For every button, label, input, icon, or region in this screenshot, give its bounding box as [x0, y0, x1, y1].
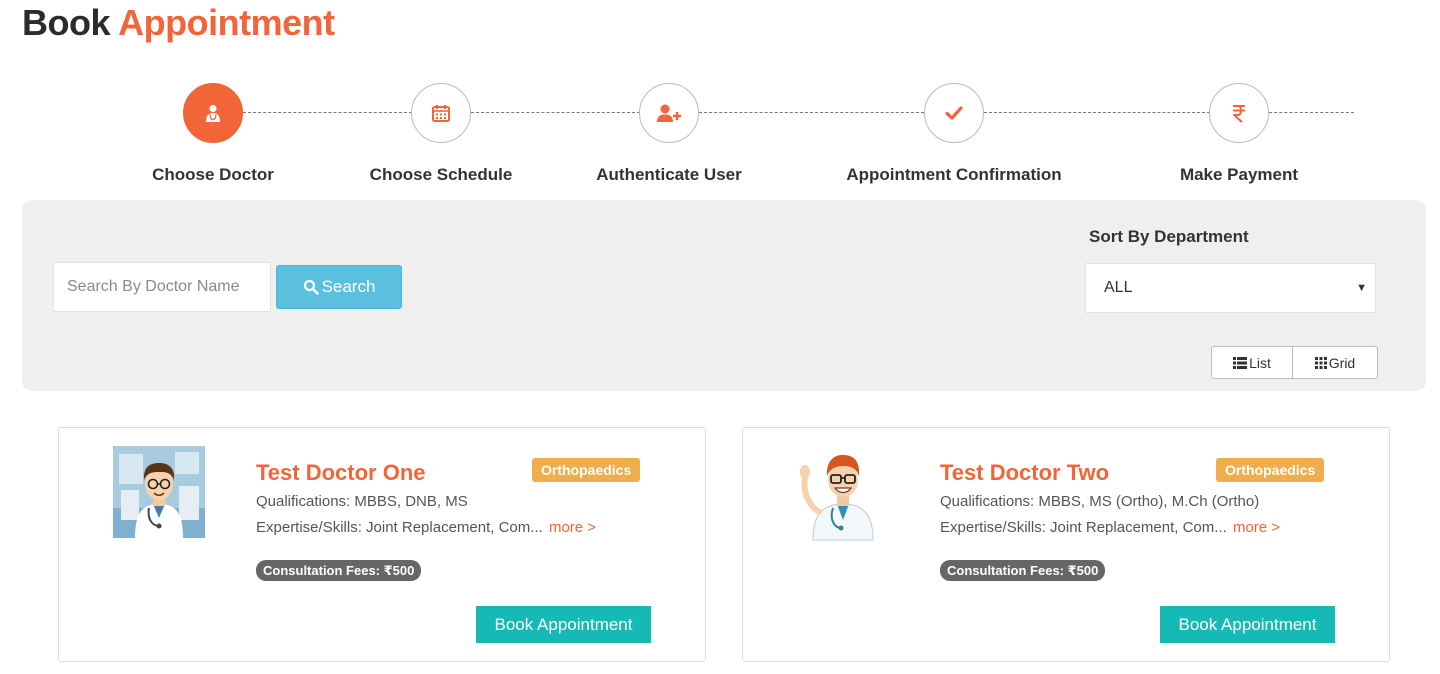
search-button[interactable]: Search — [276, 265, 402, 309]
doctor-skills: Expertise/Skills: Joint Replacement, Com… — [940, 519, 1280, 536]
sort-by-department-label: Sort By Department — [1089, 227, 1249, 246]
filter-panel: Search Sort By Department ALL ▼ List Gri… — [22, 200, 1426, 391]
step-appointment-confirmation[interactable] — [924, 83, 984, 143]
add-user-icon — [657, 104, 681, 122]
grid-view-label: Grid — [1328, 354, 1356, 371]
consultation-fee-badge: Consultation Fees: ₹500 — [940, 560, 1106, 581]
consultation-fee-badge: Consultation Fees: ₹500 — [256, 560, 422, 581]
doctor-card: Test Doctor One Orthopaedics Qualificati… — [58, 427, 706, 662]
page-title-part2: Appointment — [118, 2, 335, 43]
search-icon — [303, 279, 319, 295]
grid-icon — [1314, 356, 1327, 369]
department-select-value: ALL — [1104, 279, 1133, 296]
step-choose-doctor[interactable] — [183, 83, 243, 143]
doctor-qualifications: Qualifications: MBBS, MS (Ortho), M.Ch (… — [940, 493, 1260, 510]
doctor-avatar — [797, 448, 889, 541]
doctor-search-input[interactable] — [53, 262, 271, 312]
step-connector — [243, 112, 412, 113]
department-badge: Orthopaedics — [532, 458, 641, 482]
department-select[interactable]: ALL ▼ — [1085, 263, 1376, 313]
step-label-make-payment: Make Payment — [1179, 165, 1299, 184]
page-title: Book Appointment — [22, 2, 335, 44]
step-connector — [1269, 112, 1354, 113]
caret-down-icon: ▼ — [1356, 282, 1367, 294]
step-connector — [699, 112, 924, 113]
step-connector — [471, 112, 640, 113]
step-label-choose-schedule: Choose Schedule — [369, 165, 513, 184]
doctor-qualifications: Qualifications: MBBS, DNB, MS — [256, 493, 468, 510]
list-view-label: List — [1249, 354, 1271, 371]
more-link[interactable]: more > — [549, 519, 596, 536]
doctor-skills-text: Expertise/Skills: Joint Replacement, Com… — [940, 519, 1227, 536]
step-connector — [984, 112, 1210, 113]
book-appointment-button[interactable]: Book Appointment — [1160, 606, 1335, 643]
page-title-part1: Book — [22, 2, 111, 43]
department-badge: Orthopaedics — [1216, 458, 1325, 482]
doctor-icon — [206, 104, 220, 122]
doctor-skills-text: Expertise/Skills: Joint Replacement, Com… — [256, 519, 543, 536]
booking-stepper: Choose Doctor Choose Schedule Authentica… — [0, 80, 1440, 190]
list-view-button[interactable]: List — [1212, 347, 1292, 378]
search-button-label: Search — [321, 277, 376, 296]
step-label-authenticate-user: Authenticate User — [596, 165, 742, 184]
doctor-skills: Expertise/Skills: Joint Replacement, Com… — [256, 519, 596, 536]
step-make-payment[interactable] — [1209, 83, 1269, 143]
step-choose-schedule[interactable] — [411, 83, 471, 143]
doctor-name[interactable]: Test Doctor One — [256, 460, 426, 486]
more-link[interactable]: more > — [1233, 519, 1280, 536]
doctor-name[interactable]: Test Doctor Two — [940, 460, 1109, 486]
step-label-appointment-confirmation: Appointment Confirmation — [846, 165, 1062, 184]
check-icon — [945, 106, 963, 120]
step-authenticate-user[interactable] — [639, 83, 699, 143]
list-icon — [1233, 356, 1248, 369]
calendar-icon — [432, 105, 450, 122]
rupee-icon — [1233, 105, 1245, 123]
doctor-card: Test Doctor Two Orthopaedics Qualificati… — [742, 427, 1390, 662]
grid-view-button[interactable]: Grid — [1292, 347, 1377, 378]
doctor-avatar — [113, 446, 205, 538]
step-label-choose-doctor: Choose Doctor — [152, 165, 274, 184]
view-toggle: List Grid — [1211, 346, 1378, 379]
book-appointment-button[interactable]: Book Appointment — [476, 606, 651, 643]
